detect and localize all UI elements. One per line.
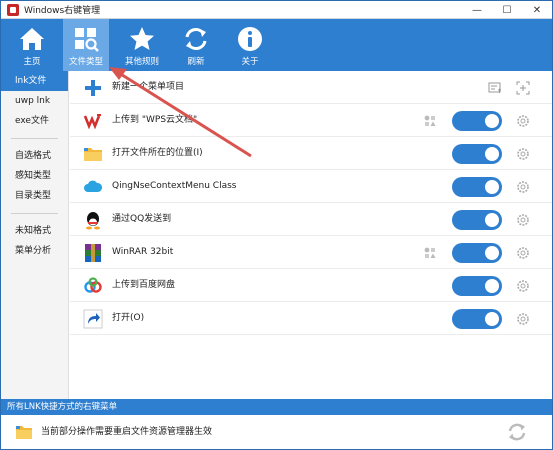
gear-icon[interactable] (516, 312, 530, 326)
new-item-row[interactable]: 新建一个菜单项目 (70, 71, 552, 104)
menu-item-row: 打开(O) (70, 302, 552, 335)
refresh-icon (185, 28, 207, 50)
shortcut-arrow-icon (83, 309, 103, 329)
enable-toggle[interactable] (452, 210, 502, 230)
toolbar-home-label: 主页 (23, 57, 41, 67)
gear-icon[interactable] (516, 279, 530, 293)
gear-icon[interactable] (516, 213, 530, 227)
restart-notice-text: 当前部分操作需要重启文件资源管理器生效 (41, 427, 213, 437)
sidebar-item-menu-analysis[interactable]: 菜单分析 (1, 241, 68, 261)
qq-icon (86, 212, 100, 230)
gear-icon[interactable] (516, 246, 530, 260)
title-bar: Windows右键管理 — ☐ ✕ (1, 1, 552, 19)
menu-item-label: 打开(O) (112, 313, 145, 323)
sidebar: lnk文件 uwp lnk exe文件 自选格式 感知类型 目录类型 未知格式 … (1, 71, 69, 399)
enable-toggle[interactable] (452, 111, 502, 131)
enable-toggle[interactable] (452, 144, 502, 164)
shapes-icon (424, 247, 436, 258)
menu-item-row: 上传到百度网盘 (70, 269, 552, 302)
toolbar-refresh-button[interactable]: 刷新 (173, 19, 219, 71)
sidebar-item-directory-type[interactable]: 目录类型 (1, 186, 68, 206)
maximize-button[interactable]: ☐ (492, 1, 522, 19)
cloud-icon (84, 180, 103, 192)
winrar-icon (85, 244, 101, 262)
menu-item-label: WinRAR 32bit (112, 247, 174, 257)
sidebar-item-uwp-lnk[interactable]: uwp lnk (1, 91, 68, 111)
menu-item-label: 上传到百度网盘 (112, 280, 176, 290)
toolbar-about-label: 关于 (241, 57, 259, 67)
sidebar-item-custom-format[interactable]: 自选格式 (1, 146, 68, 166)
add-shell-icon[interactable] (516, 81, 530, 95)
close-button[interactable]: ✕ (522, 1, 552, 19)
toolbar-other-rules-label: 其他规则 (124, 57, 159, 67)
toolbar-other-rules-button[interactable]: 其他规则 (119, 19, 165, 71)
home-icon (20, 28, 44, 50)
menu-item-label: 通过QQ发送到 (112, 214, 172, 224)
enable-toggle[interactable] (452, 243, 502, 263)
star-icon (130, 27, 154, 50)
enable-toggle[interactable] (452, 276, 502, 296)
toolbar-home-button[interactable]: 主页 (9, 19, 55, 71)
new-item-label: 新建一个菜单项目 (112, 82, 185, 92)
menu-item-label: QingNseContextMenu Class (112, 181, 237, 191)
toolbar-file-types-button[interactable]: 文件类型 (63, 19, 109, 71)
status-bar: 所有LNK快捷方式的右键菜单 (1, 399, 552, 415)
minimize-button[interactable]: — (462, 1, 492, 19)
info-icon (238, 27, 262, 51)
window-title: Windows右键管理 (24, 6, 101, 16)
folder-icon (84, 148, 102, 161)
enable-toggle[interactable] (452, 177, 502, 197)
menu-item-label: 打开文件所在的位置(I) (112, 148, 203, 158)
menu-item-row: QingNseContextMenu Class (70, 170, 552, 203)
sidebar-item-exe[interactable]: exe文件 (1, 111, 68, 131)
window-controls: — ☐ ✕ (462, 1, 552, 19)
menu-item-list: 新建一个菜单项目 上传到 "WPS云文档" 打开文件所在的位置(I) QingN… (70, 71, 552, 399)
enable-toggle[interactable] (452, 309, 502, 329)
baidu-netdisk-icon (84, 277, 102, 293)
add-list-icon[interactable] (488, 81, 502, 95)
menu-item-row: 打开文件所在的位置(I) (70, 137, 552, 170)
toolbar: 主页 文件类型 其他规则 刷新 关于 (1, 19, 552, 71)
sidebar-item-perceived-type[interactable]: 感知类型 (1, 166, 68, 186)
plus-icon (85, 80, 101, 96)
toolbar-refresh-label: 刷新 (187, 57, 205, 67)
folder-icon (16, 426, 32, 439)
gear-icon[interactable] (516, 147, 530, 161)
sidebar-divider (11, 138, 58, 139)
menu-item-row: WinRAR 32bit (70, 236, 552, 269)
sidebar-divider (11, 213, 58, 214)
sidebar-item-unknown-format[interactable]: 未知格式 (1, 221, 68, 241)
gear-icon[interactable] (516, 114, 530, 128)
app-icon (7, 3, 19, 16)
sidebar-item-lnk[interactable]: lnk文件 (1, 71, 68, 91)
restart-notice: 当前部分操作需要重启文件资源管理器生效 (1, 415, 552, 449)
wps-icon (83, 114, 101, 130)
app-window: Windows右键管理 — ☐ ✕ 主页 文件类型 其他规则 刷新 关于 lnk… (0, 0, 553, 450)
grid-search-icon (75, 28, 99, 52)
toolbar-file-types-label: 文件类型 (68, 57, 103, 67)
shapes-icon (424, 115, 436, 126)
menu-item-row: 上传到 "WPS云文档" (70, 104, 552, 137)
menu-item-label: 上传到 "WPS云文档" (112, 115, 198, 125)
menu-item-row: 通过QQ发送到 (70, 203, 552, 236)
toolbar-about-button[interactable]: 关于 (227, 19, 273, 71)
restart-explorer-icon[interactable] (507, 422, 527, 442)
gear-icon[interactable] (516, 180, 530, 194)
